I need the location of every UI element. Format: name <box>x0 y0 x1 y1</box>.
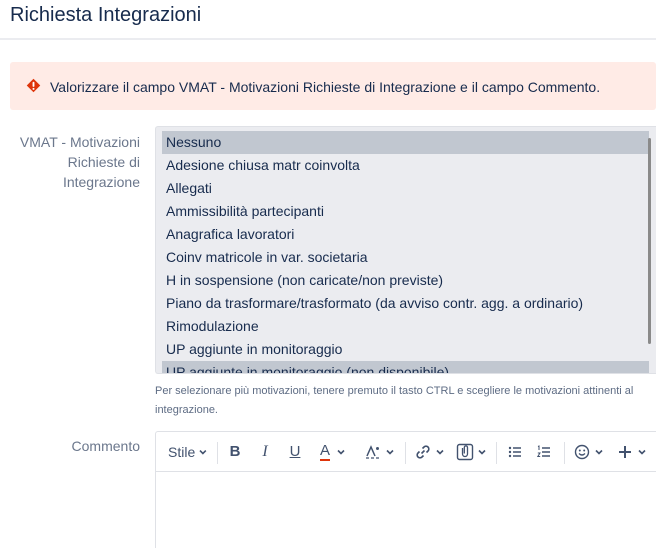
text-effects-icon <box>366 445 379 459</box>
bullet-list-icon <box>508 446 521 458</box>
style-dropdown[interactable]: Stile <box>168 440 208 464</box>
vmat-option[interactable]: UP aggiunte in monitoraggio (non disponi… <box>162 361 649 373</box>
chevron-down-icon <box>337 449 345 455</box>
attachment-icon <box>456 443 473 461</box>
toolbar-separator <box>217 442 218 464</box>
vmat-option[interactable]: Coinv matricole in var. societaria <box>162 246 649 269</box>
error-icon <box>26 78 41 93</box>
emoji-icon <box>574 444 590 460</box>
vmat-hint-line: Per selezionare più motivazioni, tenere … <box>155 385 634 397</box>
italic-button[interactable]: I <box>255 440 275 464</box>
error-banner: Valorizzare il campo VMAT - Motivazioni … <box>10 62 656 110</box>
numbered-list-icon <box>536 445 550 457</box>
toolbar-separator <box>564 442 565 464</box>
vmat-option[interactable]: Rimodulazione <box>162 315 649 338</box>
style-dropdown-label: Stile <box>168 444 196 460</box>
vmat-option[interactable]: UP aggiunte in monitoraggio <box>162 338 649 361</box>
chevron-down-icon <box>386 449 394 455</box>
vmat-option[interactable]: Piano da trasformare/trasformato (da avv… <box>162 292 649 315</box>
chevron-down-icon <box>436 449 444 455</box>
link-button[interactable] <box>412 440 448 464</box>
toolbar-separator <box>405 442 406 464</box>
vmat-option[interactable]: Nessuno <box>162 131 649 154</box>
vmat-option[interactable]: Anagrafica lavoratori <box>162 223 649 246</box>
vmat-hint-line: integrazione. <box>155 404 218 416</box>
numbered-list-button[interactable] <box>533 440 555 464</box>
vmat-multiselect[interactable]: Nessuno Adesione chiusa matr coinvolta A… <box>155 126 656 374</box>
bold-button[interactable]: B <box>225 440 245 464</box>
chevron-down-icon <box>199 449 207 455</box>
page-header: Richiesta Integrazioni <box>0 0 656 40</box>
chevron-down-icon <box>477 449 486 455</box>
bullet-list-button[interactable] <box>504 440 526 464</box>
vmat-label-line: VMAT - Motivazioni <box>19 134 140 150</box>
commento-label: Commento <box>71 438 140 454</box>
page-title: Richiesta Integrazioni <box>10 4 202 26</box>
vmat-label: VMAT - Motivazioni Richieste di Integraz… <box>0 132 140 192</box>
vmat-option[interactable]: Adesione chiusa matr coinvolta <box>162 154 649 177</box>
vmat-label-line: Richieste di <box>67 154 140 170</box>
vmat-label-line: Integrazione <box>62 174 140 190</box>
chevron-down-icon <box>595 449 603 455</box>
commento-editor[interactable]: Stile B I U A <box>155 431 656 548</box>
insert-more-button[interactable] <box>614 440 650 464</box>
error-message: Valorizzare il campo VMAT - Motivazioni … <box>50 79 601 95</box>
editor-toolbar: Stile B I U A <box>156 432 656 472</box>
plus-icon <box>619 446 631 458</box>
text-effects-button[interactable] <box>362 440 398 464</box>
vmat-scrollbar[interactable] <box>648 138 651 344</box>
vmat-option[interactable]: Ammissibilità partecipanti <box>162 200 649 223</box>
link-icon <box>416 445 430 459</box>
text-color-button[interactable]: A <box>315 440 351 464</box>
text-color-icon: A <box>319 442 330 461</box>
vmat-option[interactable]: Allegati <box>162 177 649 200</box>
toolbar-separator <box>496 442 497 464</box>
attachment-button[interactable] <box>453 440 489 464</box>
underline-button[interactable]: U <box>285 440 305 464</box>
emoji-button[interactable] <box>572 440 606 464</box>
vmat-option[interactable]: H in sospensione (non caricate/non previ… <box>162 269 649 292</box>
vmat-hint: Per selezionare più motivazioni, tenere … <box>155 382 656 420</box>
chevron-down-icon <box>638 449 646 455</box>
